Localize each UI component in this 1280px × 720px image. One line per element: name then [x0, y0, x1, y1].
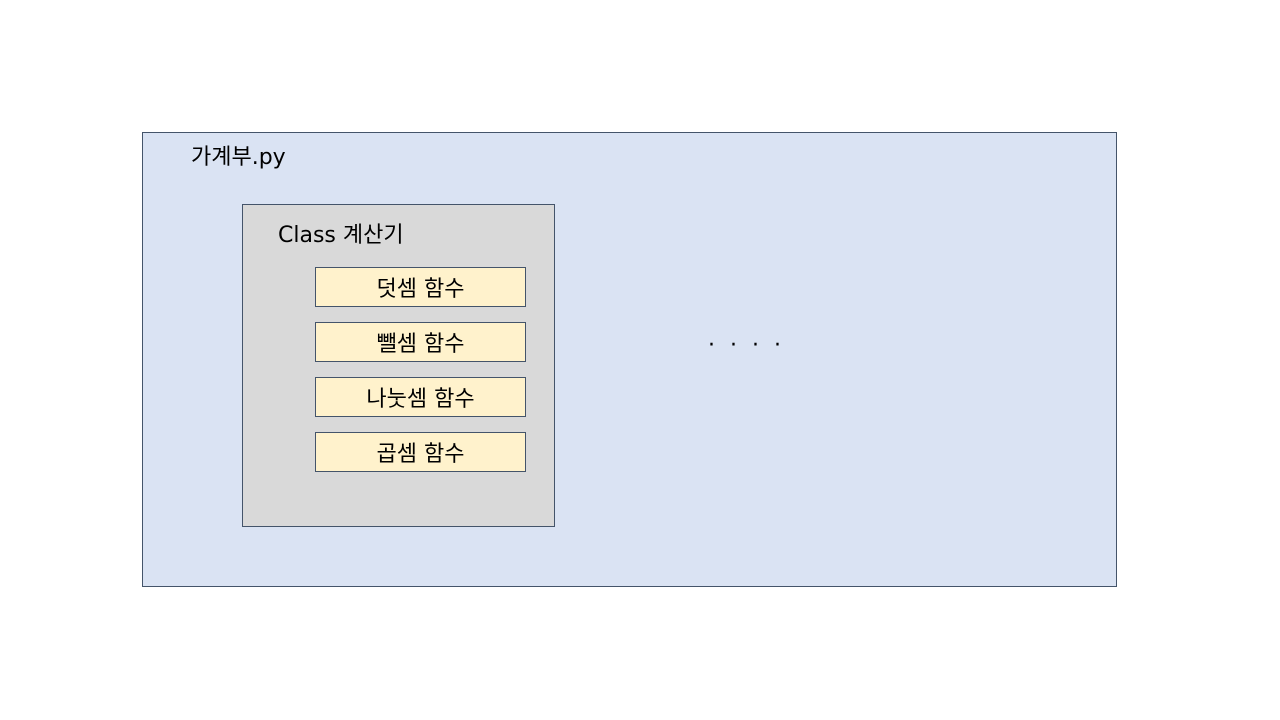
class-title: Class 계산기: [278, 223, 404, 248]
ellipsis-more: · · · ·: [708, 333, 785, 358]
class-container: Class 계산기 덧셈 함수 뺄셈 함수 나눗셈 함수 곱셈 함수: [242, 204, 555, 527]
function-add: 덧셈 함수: [315, 267, 526, 307]
function-multiply: 곱셈 함수: [315, 432, 526, 472]
diagram-canvas: 가계부.py Class 계산기 덧셈 함수 뺄셈 함수 나눗셈 함수 곱셈 함…: [0, 0, 1280, 720]
function-divide: 나눗셈 함수: [315, 377, 526, 417]
function-subtract: 뺄셈 함수: [315, 322, 526, 362]
file-container: 가계부.py Class 계산기 덧셈 함수 뺄셈 함수 나눗셈 함수 곱셈 함…: [142, 132, 1117, 587]
file-title: 가계부.py: [191, 145, 286, 170]
